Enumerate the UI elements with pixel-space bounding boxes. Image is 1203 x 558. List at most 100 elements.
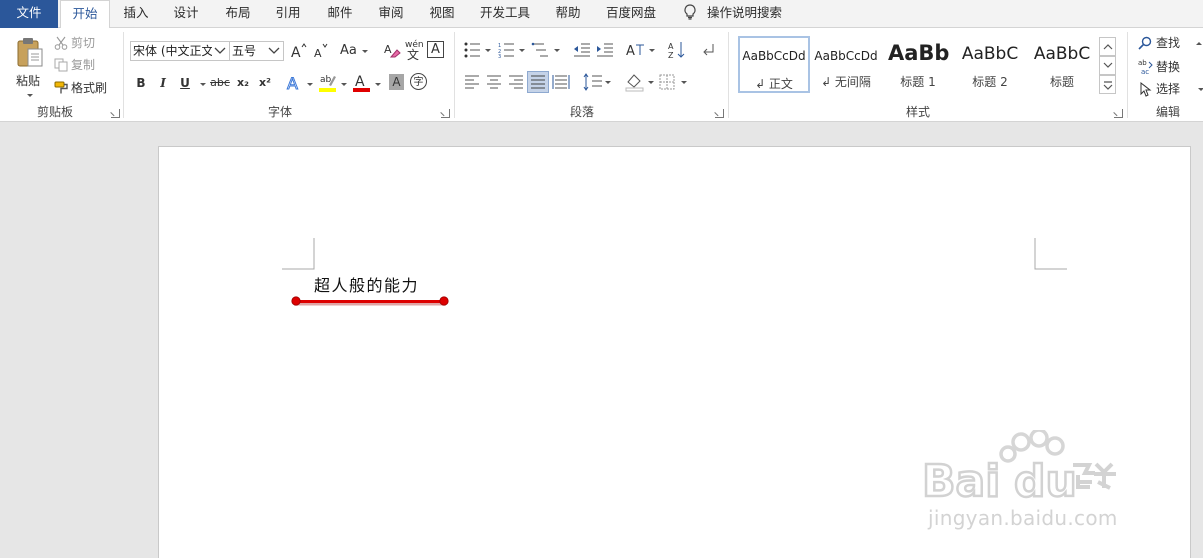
highlight-dropdown-icon[interactable] xyxy=(341,83,347,86)
style-heading-1[interactable]: AaBb 标题 1 xyxy=(882,36,954,93)
align-left-icon[interactable] xyxy=(464,75,480,89)
style-name: ↲ 无间隔 xyxy=(821,75,871,89)
paste-dropdown-icon[interactable] xyxy=(27,94,33,97)
style-title[interactable]: AaBbC 标题 xyxy=(1026,36,1098,93)
font-color-dropdown-icon[interactable] xyxy=(375,83,381,86)
svg-text:Z: Z xyxy=(668,51,674,60)
copy-button[interactable]: 复制 xyxy=(54,57,114,75)
style-preview: AaBbC xyxy=(961,44,1019,64)
show-formatting-marks-icon[interactable] xyxy=(701,41,717,57)
tab-design[interactable]: 设计 xyxy=(164,0,208,28)
increase-indent-icon[interactable] xyxy=(596,42,614,58)
styles-dialog-launcher-icon[interactable] xyxy=(1114,109,1123,118)
gallery-scroll-down[interactable] xyxy=(1099,56,1116,75)
tab-layout[interactable]: 布局 xyxy=(216,0,260,28)
text-effects-button[interactable]: A xyxy=(286,73,316,94)
phonetic-guide-button[interactable]: wén 文 xyxy=(404,39,424,62)
align-center-icon[interactable] xyxy=(486,75,502,89)
select-dropdown-icon[interactable] xyxy=(1198,88,1203,91)
grow-font-button[interactable]: A xyxy=(290,42,308,61)
cut-label: 剪切 xyxy=(71,36,96,50)
find-label: 查找 xyxy=(1156,36,1181,50)
paste-button[interactable]: 粘贴 xyxy=(8,34,52,100)
shading-icon[interactable] xyxy=(625,72,655,92)
phonetic-guide-bottom: 文 xyxy=(407,48,420,62)
font-size-combobox[interactable]: 五号 xyxy=(229,41,284,61)
svg-text:ab: ab xyxy=(320,75,332,85)
tab-file[interactable]: 文件 xyxy=(0,0,58,28)
gallery-more[interactable] xyxy=(1099,75,1116,94)
shrink-font-button[interactable]: A xyxy=(312,42,330,60)
font-name-dropdown[interactable] xyxy=(212,42,228,60)
select-button[interactable]: 选择 xyxy=(1138,81,1203,99)
format-painter-button[interactable]: 格式刷 xyxy=(54,80,114,98)
change-case-button[interactable]: Aa xyxy=(340,42,370,60)
tab-developer[interactable]: 开发工具 xyxy=(474,0,536,28)
clear-formatting-button[interactable]: A xyxy=(383,41,401,59)
highlight-color-button[interactable]: ab xyxy=(319,72,349,94)
scissors-icon xyxy=(54,36,68,50)
decrease-indent-icon[interactable] xyxy=(573,42,591,58)
paragraph-dialog-launcher-icon[interactable] xyxy=(715,109,724,118)
replace-button[interactable]: ab ac 替换 xyxy=(1138,58,1198,76)
tab-home[interactable]: 开始 xyxy=(60,0,110,29)
numbering-icon[interactable]: 123 xyxy=(498,42,526,58)
borders-icon[interactable] xyxy=(659,73,689,91)
change-case-dropdown-icon[interactable] xyxy=(362,50,368,53)
font-group-label: 字体 xyxy=(267,105,292,119)
enclose-characters-button[interactable]: 字 xyxy=(410,73,427,90)
subscript-button[interactable]: x₂ xyxy=(234,73,252,93)
bullets-icon[interactable] xyxy=(464,42,492,58)
ribbon-tab-bar: 文件 开始 插入 设计 布局 引用 邮件 审阅 视图 开发工具 帮助 百度网盘 … xyxy=(0,0,1203,29)
line-spacing-icon[interactable] xyxy=(583,73,611,91)
underline-button[interactable]: U xyxy=(177,73,193,93)
multilevel-list-icon[interactable] xyxy=(531,42,561,58)
baidu-jingyan-watermark: Bai du xyxy=(921,430,1116,508)
svg-text:A: A xyxy=(287,74,298,93)
superscript-button[interactable]: x² xyxy=(256,73,274,93)
cut-button[interactable]: 剪切 xyxy=(54,35,114,53)
italic-button[interactable]: I xyxy=(155,73,171,93)
font-dialog-launcher-icon[interactable] xyxy=(441,109,450,118)
align-right-icon[interactable] xyxy=(508,75,524,89)
tab-mailings[interactable]: 邮件 xyxy=(318,0,362,28)
watermark-url: jingyan.baidu.com xyxy=(928,506,1118,530)
svg-text:A: A xyxy=(355,74,365,90)
tab-help[interactable]: 帮助 xyxy=(546,0,590,28)
tab-references[interactable]: 引用 xyxy=(266,0,310,28)
justify-button[interactable] xyxy=(527,71,549,93)
search-icon xyxy=(1138,36,1152,50)
tab-insert[interactable]: 插入 xyxy=(114,0,158,28)
tab-baidu-netdisk[interactable]: 百度网盘 xyxy=(600,0,662,28)
text-effects-dropdown-icon[interactable] xyxy=(307,83,313,86)
separator xyxy=(123,32,124,118)
bold-button[interactable]: B xyxy=(133,73,149,93)
svg-text:ac: ac xyxy=(1141,68,1149,76)
find-dropdown-icon[interactable] xyxy=(1196,42,1202,45)
font-name-combobox[interactable]: 宋体 (中文正文) xyxy=(130,41,230,61)
underline-dropdown-icon[interactable] xyxy=(200,83,206,86)
distributed-icon[interactable] xyxy=(552,74,570,90)
character-shading-button[interactable]: A xyxy=(389,74,404,90)
character-border-button[interactable]: A xyxy=(427,41,444,58)
strikethrough-button[interactable]: abc xyxy=(208,73,232,93)
sort-icon[interactable]: AZ xyxy=(668,40,686,60)
ribbon-home: 粘贴 剪切 复制 格式刷 剪贴板 宋体 (中文正文) 五号 A A Aa A w… xyxy=(0,28,1203,122)
style-heading-2[interactable]: AaBbC 标题 2 xyxy=(954,36,1026,93)
tab-view[interactable]: 视图 xyxy=(420,0,464,28)
font-color-button[interactable]: A xyxy=(353,72,383,94)
tell-me-search[interactable]: 操作说明搜索 xyxy=(683,0,782,28)
tab-review[interactable]: 审阅 xyxy=(369,0,413,28)
svg-text:A: A xyxy=(291,45,301,60)
chinese-layout-icon[interactable]: A xyxy=(626,41,656,59)
style-normal[interactable]: AaBbCcDd ↲ 正文 xyxy=(738,36,810,93)
tell-me-label: 操作说明搜索 xyxy=(707,5,783,20)
style-no-spacing[interactable]: AaBbCcDd ↲ 无间隔 xyxy=(810,36,882,93)
clipboard-dialog-launcher-icon[interactable] xyxy=(111,109,120,118)
gallery-scroll-up[interactable] xyxy=(1099,37,1116,56)
copy-label: 复制 xyxy=(71,58,96,72)
style-preview: AaBbC xyxy=(1033,44,1091,64)
font-size-dropdown[interactable] xyxy=(266,42,282,60)
find-button[interactable]: 查找 xyxy=(1138,35,1202,53)
character-border-label: A xyxy=(431,42,440,57)
